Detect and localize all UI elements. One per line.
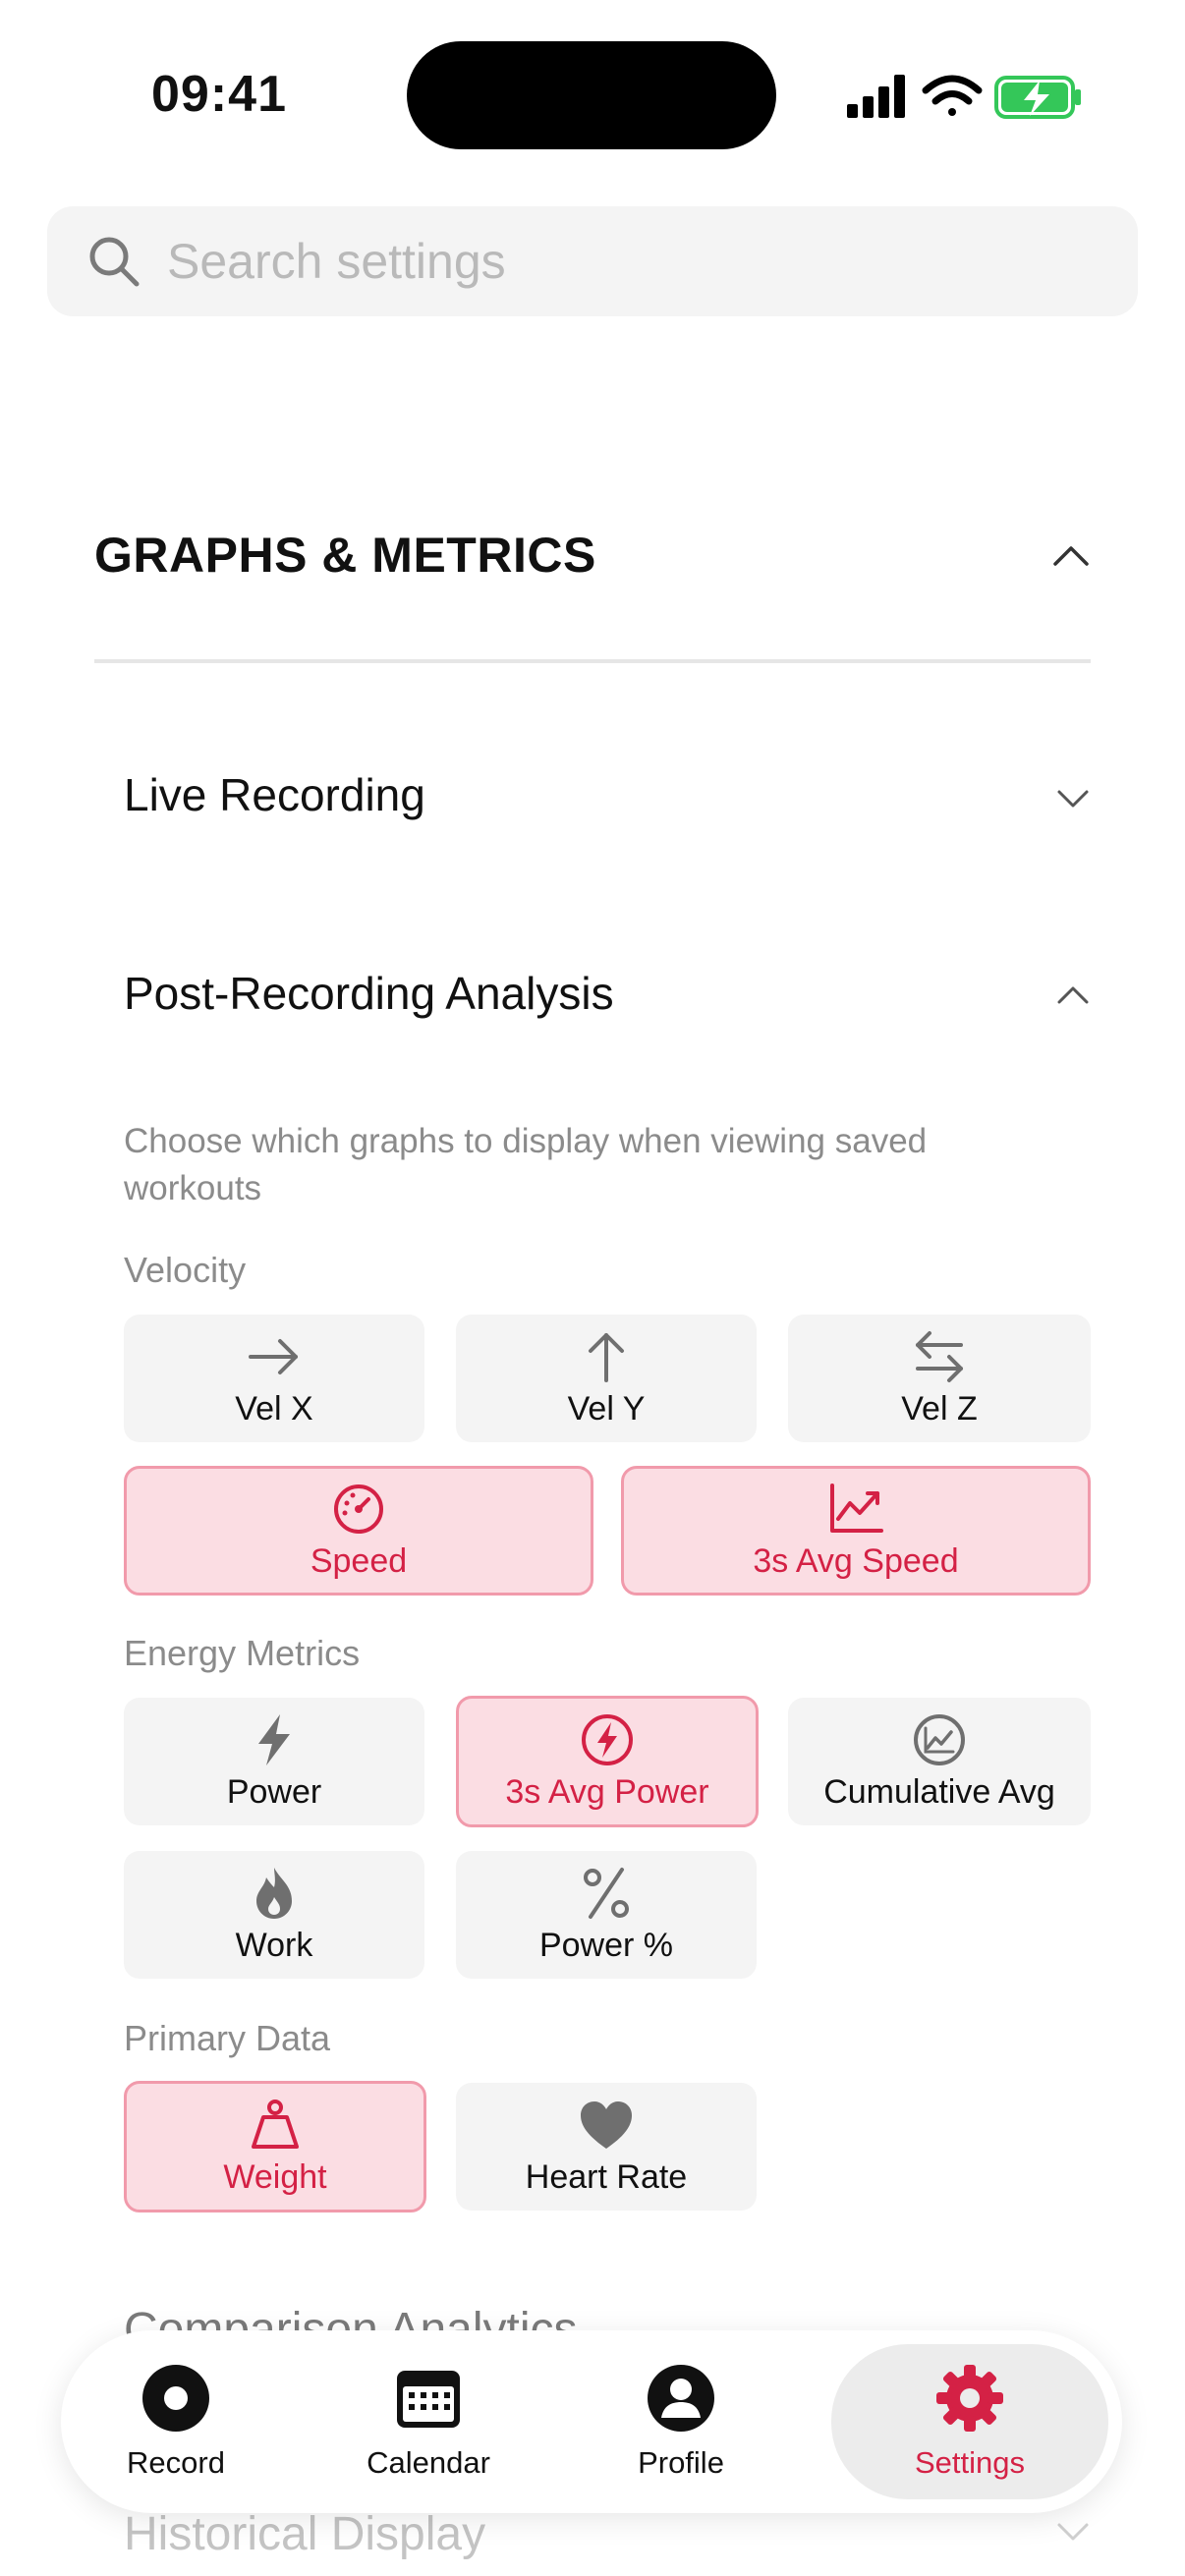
metric-power-percent[interactable]: Power % bbox=[456, 1851, 757, 1979]
nav-item-calendar[interactable]: Calendar bbox=[332, 2330, 525, 2513]
arrows-left-right-icon bbox=[916, 1330, 963, 1382]
chevron-up-icon[interactable] bbox=[1053, 975, 1093, 1014]
bottom-nav: Record Calendar Profile Settings bbox=[61, 2330, 1122, 2513]
metric-label: Weight bbox=[223, 2157, 327, 2196]
nav-label: Settings bbox=[914, 2445, 1025, 2480]
group-label-primary: Primary Data bbox=[124, 2018, 331, 2058]
status-icons bbox=[847, 75, 1081, 119]
metric-speed[interactable]: Speed bbox=[124, 1466, 593, 1596]
metric-label: Vel Z bbox=[901, 1389, 978, 1428]
metric-label: Heart Rate bbox=[525, 2157, 688, 2196]
bolt-icon bbox=[258, 1713, 290, 1765]
group-label-energy: Energy Metrics bbox=[124, 1633, 361, 1673]
nav-label: Calendar bbox=[367, 2445, 490, 2480]
chevron-down-icon[interactable] bbox=[1053, 2511, 1093, 2550]
dynamic-island bbox=[407, 41, 776, 149]
metric-3s-avg-power[interactable]: 3s Avg Power bbox=[456, 1696, 759, 1827]
flame-icon bbox=[256, 1867, 292, 1919]
percent-icon bbox=[584, 1867, 629, 1919]
nav-item-profile[interactable]: Profile bbox=[586, 2330, 776, 2513]
historical-display-title[interactable]: Historical Display bbox=[124, 2507, 485, 2561]
metric-power[interactable]: Power bbox=[124, 1698, 424, 1825]
metric-label: 3s Avg Power bbox=[505, 1772, 709, 1811]
chevron-up-icon[interactable] bbox=[1051, 536, 1091, 576]
nav-label: Record bbox=[127, 2445, 225, 2480]
bolt-circle-icon bbox=[582, 1713, 633, 1765]
signal-icon bbox=[847, 75, 905, 118]
gear-icon bbox=[936, 2365, 1003, 2432]
section-title: GRAPHS & METRICS bbox=[94, 528, 596, 583]
calendar-icon bbox=[397, 2371, 460, 2428]
metric-label: Vel X bbox=[235, 1389, 313, 1428]
search-bar[interactable] bbox=[47, 206, 1138, 316]
metric-heart-rate[interactable]: Heart Rate bbox=[456, 2083, 757, 2211]
record-icon bbox=[142, 2365, 209, 2432]
chart-circle-icon bbox=[914, 1713, 965, 1765]
post-recording-description: Choose which graphs to display when view… bbox=[124, 1122, 928, 1207]
metric-vel-y[interactable]: Vel Y bbox=[456, 1315, 757, 1442]
section-divider bbox=[94, 659, 1091, 663]
chevron-down-icon[interactable] bbox=[1053, 778, 1093, 817]
nav-item-settings[interactable]: Settings bbox=[831, 2344, 1108, 2499]
live-recording-title[interactable]: Live Recording bbox=[124, 768, 425, 821]
profile-icon bbox=[648, 2365, 714, 2432]
arrow-right-icon bbox=[249, 1338, 298, 1374]
metric-label: Vel Y bbox=[567, 1389, 646, 1428]
metric-3s-avg-speed[interactable]: 3s Avg Speed bbox=[621, 1466, 1091, 1596]
search-icon bbox=[89, 237, 140, 287]
arrow-up-icon bbox=[589, 1332, 624, 1382]
post-recording-title[interactable]: Post-Recording Analysis bbox=[124, 967, 614, 1020]
metric-label: Cumulative Avg bbox=[823, 1772, 1055, 1811]
battery-icon bbox=[994, 76, 1081, 119]
group-label-velocity: Velocity bbox=[124, 1250, 247, 1290]
metric-label: Speed bbox=[310, 1541, 408, 1580]
nav-item-record[interactable]: Record bbox=[81, 2330, 271, 2513]
metric-label: Power bbox=[226, 1772, 322, 1811]
metric-label: 3s Avg Speed bbox=[753, 1541, 959, 1580]
speedometer-icon bbox=[334, 1484, 383, 1534]
trend-chart-icon bbox=[830, 1483, 883, 1533]
wifi-icon bbox=[922, 75, 983, 116]
metric-vel-z[interactable]: Vel Z bbox=[788, 1315, 1091, 1442]
heart-icon bbox=[581, 2100, 632, 2149]
weight-icon bbox=[252, 2099, 299, 2149]
nav-label: Profile bbox=[638, 2445, 724, 2480]
metric-label: Work bbox=[235, 1926, 313, 1964]
status-time: 09:41 bbox=[151, 66, 287, 123]
metric-cumulative-avg[interactable]: Cumulative Avg bbox=[788, 1698, 1091, 1825]
metric-work[interactable]: Work bbox=[124, 1851, 424, 1979]
search-input[interactable] bbox=[167, 226, 1091, 297]
metric-vel-x[interactable]: Vel X bbox=[124, 1315, 424, 1442]
metric-label: Power % bbox=[538, 1926, 674, 1964]
metric-weight[interactable]: Weight bbox=[124, 2081, 426, 2212]
